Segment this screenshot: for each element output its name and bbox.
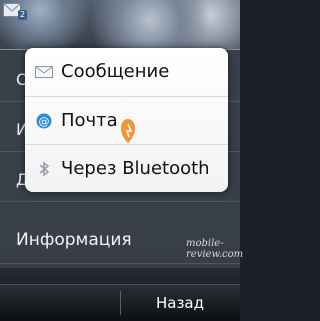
submenu-item-message[interactable]: Сообщение xyxy=(25,48,228,96)
back-softkey[interactable]: Назад xyxy=(120,285,240,321)
watermark: mobile-review.com xyxy=(186,238,244,260)
email-at-icon: @ xyxy=(35,113,53,129)
bluetooth-icon xyxy=(35,161,53,177)
softkey-bar: Назад xyxy=(0,284,240,321)
submenu-item-label: Сообщение xyxy=(61,61,170,82)
submenu-item-bluetooth[interactable]: Через Bluetooth xyxy=(25,144,228,192)
status-bar: 2 xyxy=(0,0,240,22)
message-count-badge: 2 xyxy=(18,10,28,20)
submenu-item-label: Почта xyxy=(61,110,118,131)
tap-marker-icon xyxy=(118,118,138,144)
options-item-label: Информация xyxy=(16,230,132,250)
submenu-item-label: Через Bluetooth xyxy=(61,158,210,179)
envelope-icon xyxy=(35,64,53,80)
svg-text:@: @ xyxy=(39,115,50,128)
